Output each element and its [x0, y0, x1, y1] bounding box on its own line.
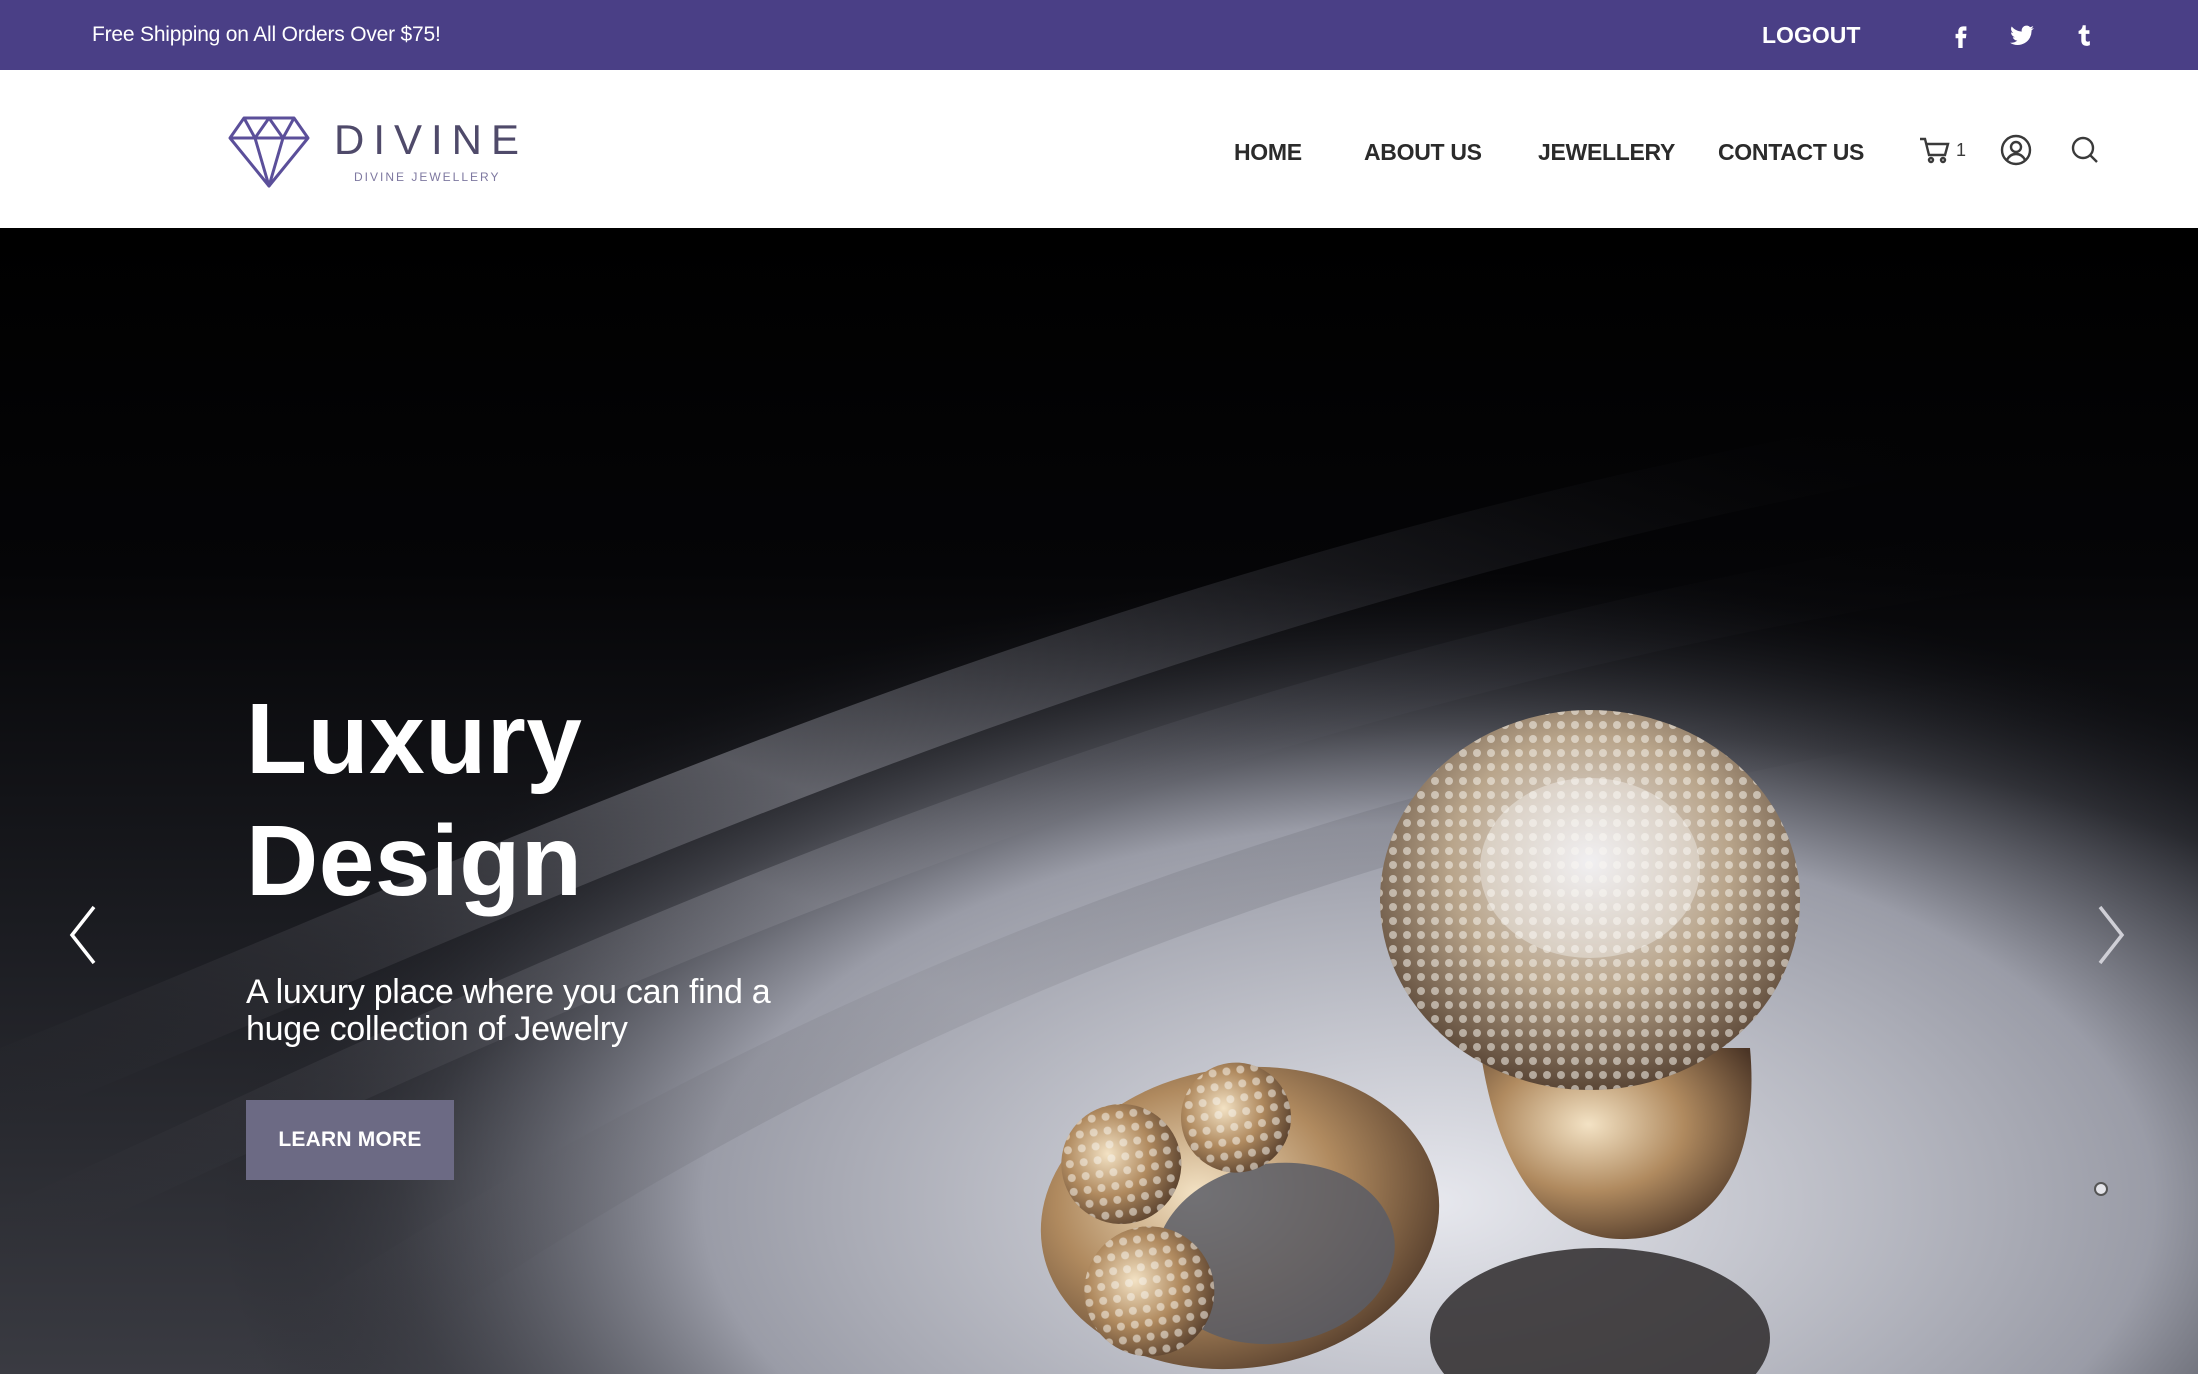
site-logo[interactable]: DIVINE DIVINE JEWELLERY	[228, 114, 528, 190]
hero-title-line-1: Luxury	[246, 683, 583, 795]
free-shipping-text: Free Shipping on All Orders Over $75!	[92, 23, 441, 46]
promo-bar: Free Shipping on All Orders Over $75! LO…	[0, 0, 2198, 70]
tumblr-icon[interactable]	[2067, 18, 2101, 52]
search-icon	[2071, 136, 2098, 163]
logout-link[interactable]: LOGOUT	[1762, 0, 1860, 70]
nav-contact-us[interactable]: CONTACT US	[1718, 70, 1864, 235]
search-button[interactable]	[2070, 132, 2100, 168]
hero-title-line-2: Design	[246, 805, 583, 917]
site-header: DIVINE DIVINE JEWELLERY HOME ABOUT US JE…	[0, 70, 2198, 228]
facebook-icon[interactable]	[1944, 18, 1978, 52]
cart-button[interactable]: 1	[1918, 132, 1966, 168]
cart-count-badge: 1	[1956, 139, 1967, 160]
chevron-left-icon	[69, 905, 96, 965]
slider-next-button[interactable]	[2086, 900, 2136, 970]
twitter-icon[interactable]	[2005, 18, 2039, 52]
hero-slider: Luxury Design A luxury place where you c…	[0, 228, 2198, 1374]
diamond-icon	[228, 116, 310, 188]
logo-name: DIVINE	[334, 116, 529, 163]
hero-subtitle: A luxury place where you can find a huge…	[246, 974, 846, 1048]
nav-home[interactable]: HOME	[1234, 70, 1302, 235]
slider-prev-button[interactable]	[58, 900, 108, 970]
learn-more-button[interactable]: LEARN MORE	[246, 1100, 454, 1180]
cart-icon	[1920, 137, 1950, 164]
mouse-cursor-icon	[2094, 1182, 2108, 1196]
hero-subtitle-line-1: A luxury place where you can find a	[246, 973, 771, 1011]
hero-subtitle-line-2: huge collection of Jewelry	[246, 1010, 628, 1048]
nav-about-us[interactable]: ABOUT US	[1364, 70, 1482, 235]
account-button[interactable]	[1999, 132, 2033, 168]
hero-title: Luxury Design	[246, 678, 806, 922]
nav-jewellery[interactable]: JEWELLERY	[1538, 70, 1675, 235]
chevron-right-icon	[2098, 905, 2125, 965]
user-circle-icon	[2000, 134, 2032, 166]
logo-tagline: DIVINE JEWELLERY	[354, 170, 501, 184]
